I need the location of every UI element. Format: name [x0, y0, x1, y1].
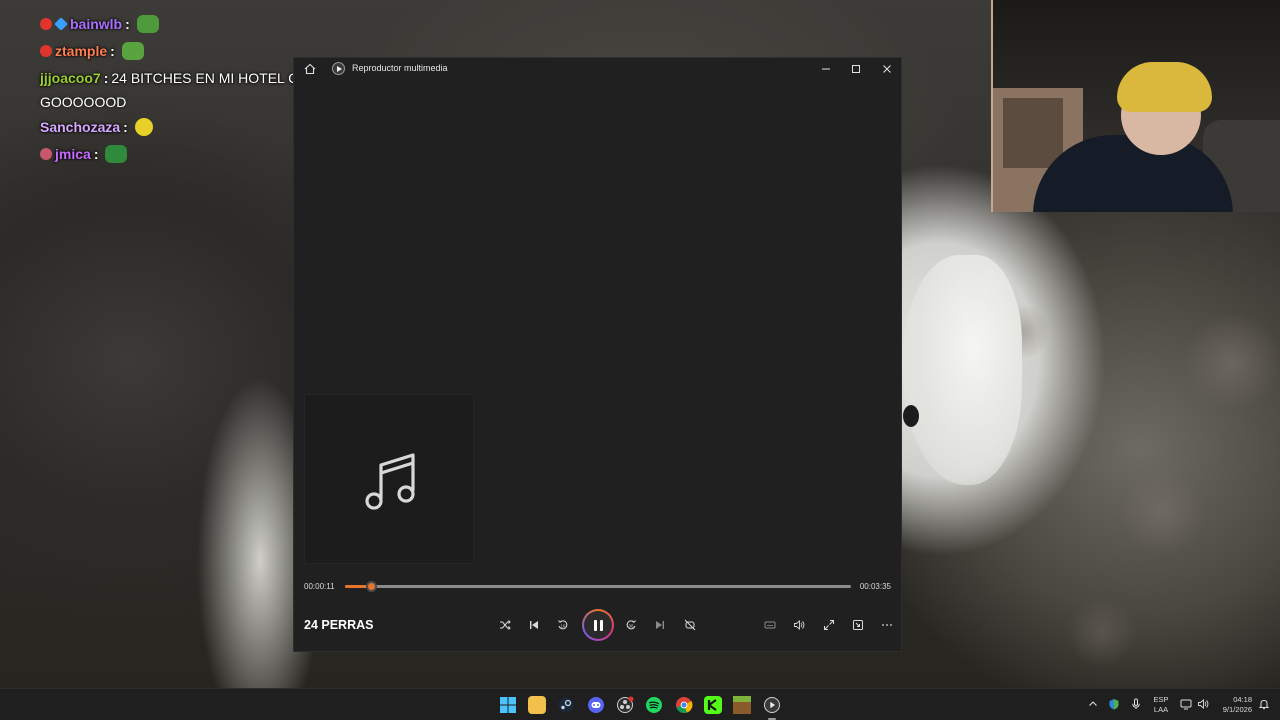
album-art-placeholder	[304, 394, 474, 564]
yellow-emote-icon	[134, 117, 153, 136]
window-title: Reproductor multimedia	[352, 63, 448, 73]
red-badge-icon	[40, 44, 52, 57]
chat-username: jjjoacoo7	[40, 69, 101, 86]
peepo-emote-icon	[136, 14, 159, 33]
file-explorer-icon[interactable]	[528, 696, 546, 714]
streamer-beanie	[1117, 62, 1212, 112]
skip-forward-button[interactable]: 30	[621, 615, 641, 635]
layout-code: LAA	[1153, 705, 1169, 714]
speaker-icon[interactable]	[1197, 698, 1209, 713]
clock-time: 04:18	[1233, 695, 1252, 704]
maximize-button[interactable]	[841, 60, 871, 78]
keyboard-language[interactable]: ESP LAA	[1152, 695, 1170, 715]
next-button[interactable]	[650, 615, 670, 635]
more-icon	[882, 624, 892, 626]
webcam-overlay	[991, 0, 1280, 212]
captions-button[interactable]	[760, 615, 780, 635]
network-icon[interactable]	[1180, 698, 1192, 713]
shuffle-icon	[500, 620, 511, 630]
chat-separator: :	[125, 15, 130, 32]
obs-icon[interactable]	[616, 696, 634, 714]
music-note-icon	[365, 453, 415, 510]
language-code: ESP	[1153, 695, 1169, 704]
previous-icon	[530, 621, 538, 629]
taskbar: ESP LAA 04:18 9/1/2026	[0, 688, 1280, 720]
start-icon[interactable]	[499, 696, 517, 714]
current-time: 00:00:11	[304, 582, 335, 591]
microphone-icon[interactable]	[1130, 698, 1142, 713]
chat-username: bainwlb	[70, 15, 123, 32]
steam-icon[interactable]	[557, 696, 575, 714]
media-player-window[interactable]: Reproductor multimedia 00:00:11 00:03:35…	[293, 57, 902, 652]
cube-badge-icon	[54, 16, 68, 31]
seek-thumb[interactable]	[366, 581, 378, 592]
media-player-icon[interactable]	[763, 696, 781, 720]
pause-icon	[584, 611, 612, 639]
webcam-background-door	[1003, 98, 1063, 168]
peepo-emote-icon	[121, 41, 144, 60]
media-player-app-icon	[332, 62, 345, 75]
spotify-icon[interactable]	[645, 696, 663, 714]
fullscreen-button[interactable]	[819, 615, 839, 635]
chevron-up-icon[interactable]	[1087, 698, 1099, 713]
minimize-icon	[822, 68, 830, 70]
total-time: 00:03:35	[859, 582, 891, 591]
wallpaper-fox-nose	[903, 405, 919, 427]
minecraft-icon[interactable]	[733, 696, 751, 714]
home-icon[interactable]	[304, 63, 316, 75]
shuffle-button[interactable]	[495, 615, 515, 635]
more-options-button[interactable]	[877, 615, 897, 635]
skip-forward-30-icon: 30	[626, 620, 636, 630]
chat-message: bainwlb:	[40, 10, 340, 37]
fullscreen-icon	[824, 620, 834, 630]
skip-back-button[interactable]: 10	[553, 615, 573, 635]
discord-icon[interactable]	[587, 696, 605, 714]
chat-separator: :	[93, 145, 99, 162]
clock-date: 9/1/2026	[1222, 705, 1252, 714]
green-emote-icon	[105, 144, 128, 163]
notification-bell-icon[interactable]	[1258, 698, 1270, 713]
red-badge-icon	[40, 17, 52, 30]
miniplayer-button[interactable]	[848, 615, 868, 635]
skip-back-label: 10	[561, 624, 566, 629]
close-button[interactable]	[872, 60, 902, 78]
song-title: 24 PERRAS	[304, 618, 374, 632]
pause-button[interactable]	[582, 609, 614, 641]
volume-icon	[794, 620, 805, 630]
volume-button[interactable]	[789, 615, 809, 635]
chrome-icon[interactable]	[675, 696, 693, 714]
skip-back-10-icon: 10	[558, 620, 568, 630]
chat-username: ztample	[55, 42, 108, 59]
repeat-off-icon	[684, 619, 696, 631]
repeat-button[interactable]	[680, 615, 700, 635]
face-badge-icon	[40, 147, 52, 160]
maximize-icon	[852, 65, 860, 73]
wallpaper-fox	[902, 255, 1022, 485]
title-bar[interactable]: Reproductor multimedia	[294, 58, 901, 80]
chat-separator: :	[103, 69, 109, 86]
security-shield-icon[interactable]	[1108, 698, 1120, 713]
close-icon	[883, 65, 891, 73]
previous-button[interactable]	[524, 615, 544, 635]
chat-separator: :	[123, 118, 128, 135]
chat-username: Sanchozaza	[40, 118, 121, 135]
miniplayer-icon	[853, 620, 863, 630]
seek-bar[interactable]	[345, 581, 851, 592]
minimize-button[interactable]	[811, 60, 841, 78]
kick-icon[interactable]	[704, 696, 722, 714]
skip-forward-label: 30	[629, 624, 634, 629]
chat-username: jmica	[55, 145, 91, 162]
next-icon	[656, 621, 664, 629]
captions-icon	[764, 621, 776, 629]
chat-separator: :	[110, 42, 115, 59]
system-clock[interactable]: 04:18 9/1/2026	[1214, 695, 1252, 715]
